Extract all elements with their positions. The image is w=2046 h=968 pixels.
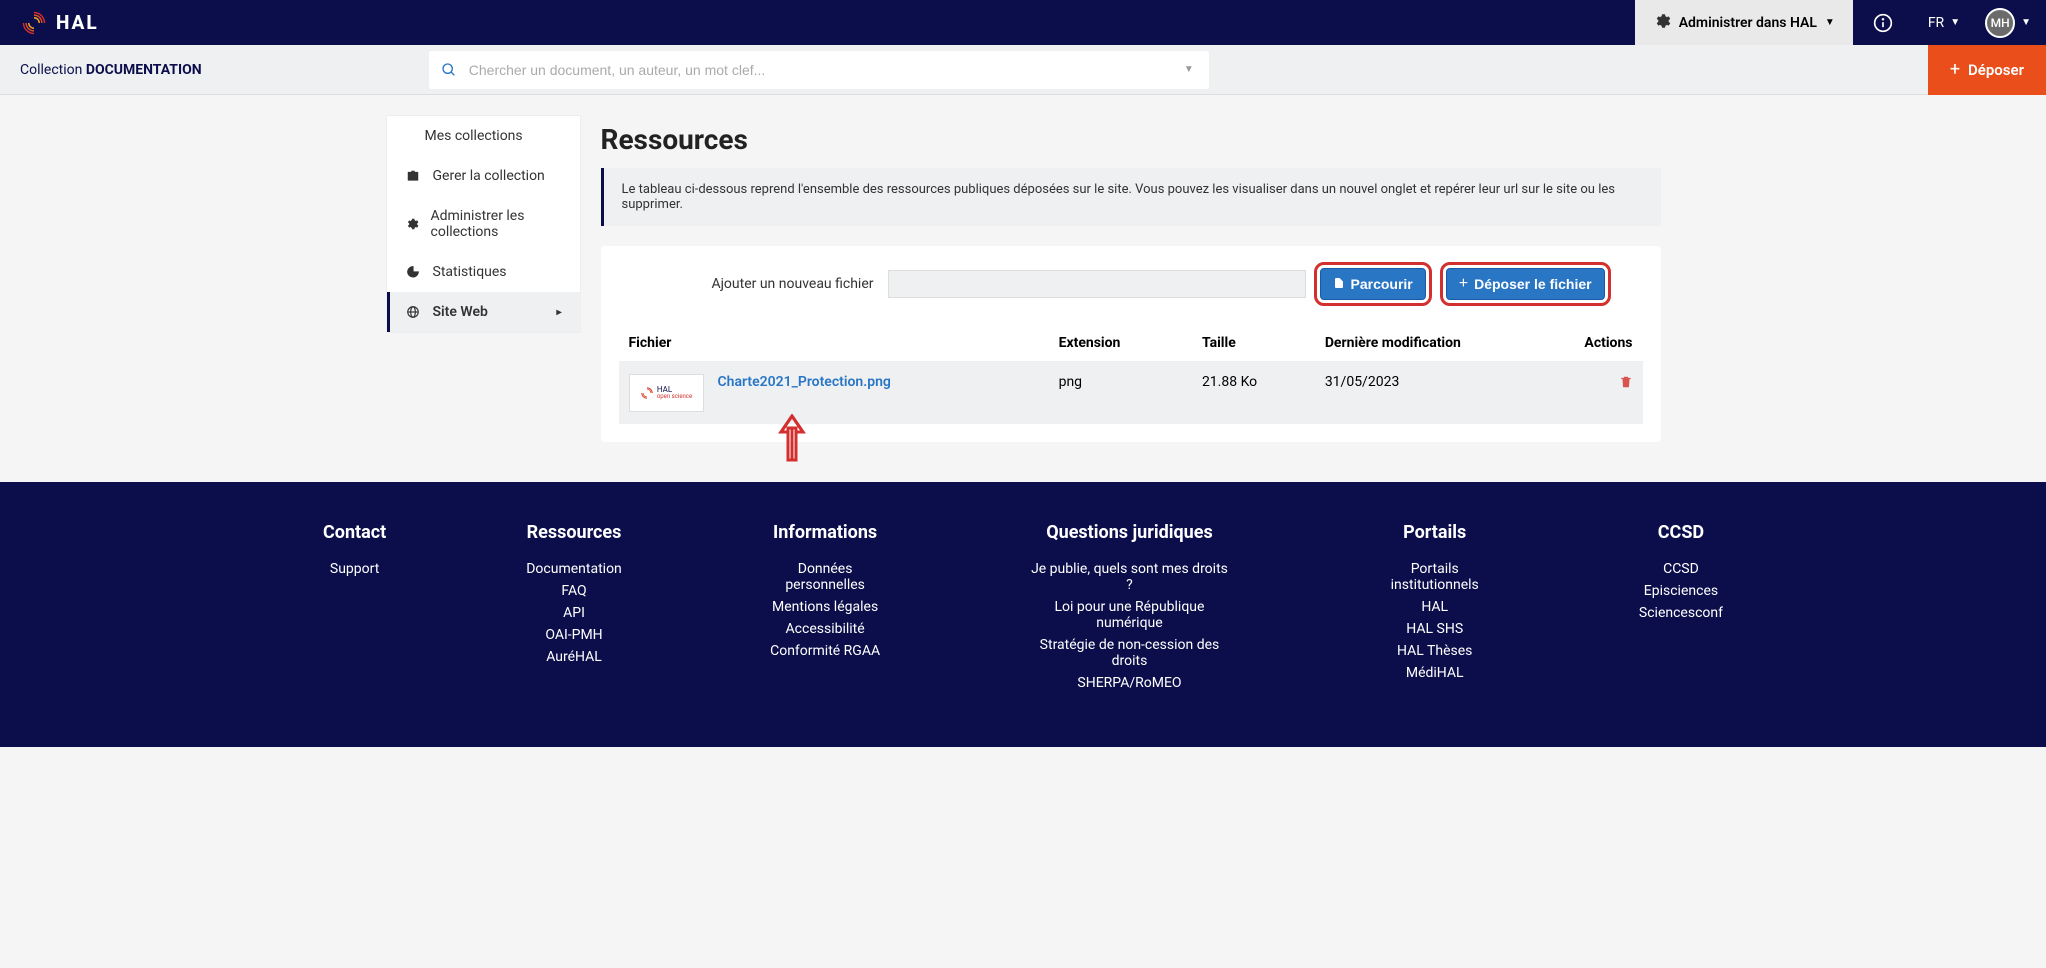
sub-header: Collection DOCUMENTATION ▼ + Déposer [0, 45, 2046, 95]
footer-link[interactable]: Stratégie de non-cession des droits [1028, 637, 1230, 669]
arrow-annotation-icon [777, 414, 807, 462]
footer: Contact Support Ressources Documentation FAQ… [0, 482, 2046, 747]
footer-link[interactable]: Mentions légales [762, 599, 889, 615]
sidebar-header: Mes collections [387, 116, 580, 156]
breadcrumb: Collection DOCUMENTATION [0, 62, 222, 78]
gear-icon [405, 216, 419, 232]
footer-link[interactable]: FAQ [526, 583, 622, 599]
sidebar-item-statistics[interactable]: Statistiques [387, 252, 580, 292]
footer-column-title: Questions juridiques [1028, 522, 1230, 543]
footer-column: Questions juridiques Je publie, quels son… [1028, 522, 1230, 697]
file-thumbnail: HALopen science [629, 374, 704, 412]
logo-text: HAL [56, 11, 99, 34]
sidebar-item-admin-collections[interactable]: Administrer les collections [387, 196, 580, 252]
chevron-down-icon: ▼ [1950, 17, 1960, 28]
chevron-right-icon: ▸ [556, 307, 561, 318]
cell-modified: 31/05/2023 [1315, 362, 1540, 425]
hal-logo-icon [20, 9, 48, 37]
delete-button[interactable] [1619, 375, 1633, 394]
footer-link[interactable]: MédiHAL [1371, 665, 1499, 681]
file-icon [1333, 276, 1345, 293]
footer-column: Contact Support [323, 522, 386, 697]
info-banner: Le tableau ci-dessous reprend l'ensemble… [601, 168, 1661, 226]
column-actions: Actions [1540, 325, 1642, 362]
cell-size: 21.88 Ko [1192, 362, 1315, 425]
language-selector[interactable]: FR ▼ [1913, 15, 1975, 31]
footer-link[interactable]: Episciences [1639, 583, 1723, 599]
footer-column: CCSD CCSD Episciences Sciencesconf [1639, 522, 1723, 697]
search-filter-dropdown[interactable]: ▼ [1169, 64, 1209, 75]
footer-column-title: Informations [762, 522, 889, 543]
user-menu[interactable]: MH ▼ [1975, 8, 2046, 38]
footer-link[interactable]: SHERPA/RoMEO [1028, 675, 1230, 691]
search-box: ▼ [429, 51, 1209, 89]
briefcase-icon [405, 168, 421, 184]
footer-link[interactable]: Sciencesconf [1639, 605, 1723, 621]
footer-link[interactable]: Accessibilité [762, 621, 889, 637]
browse-button[interactable]: Parcourir [1320, 268, 1426, 300]
main-content: Ressources Le tableau ci-dessous reprend… [601, 105, 1661, 442]
search-icon [429, 62, 469, 78]
column-extension: Extension [1049, 325, 1192, 362]
chevron-down-icon: ▼ [1184, 64, 1194, 75]
deposit-button[interactable]: + Déposer [1928, 45, 2046, 95]
resources-panel: Ajouter un nouveau fichier Parcourir + D… [601, 246, 1661, 442]
search-input[interactable] [469, 62, 1169, 78]
sidebar: Mes collections Gerer la collection Admi… [386, 115, 581, 333]
sidebar-item-manage-collection[interactable]: Gerer la collection [387, 156, 580, 196]
footer-column-title: CCSD [1639, 522, 1723, 543]
column-file: Fichier [619, 325, 1049, 362]
admin-menu-label: Administrer dans HAL [1679, 15, 1817, 31]
admin-menu-button[interactable]: Administrer dans HAL ▼ [1635, 0, 1853, 45]
footer-column-title: Portails [1371, 522, 1499, 543]
info-icon [1873, 13, 1893, 33]
upload-file-field[interactable] [888, 270, 1306, 298]
table-row: HALopen science Charte2021_Protection.pn… [619, 362, 1643, 425]
footer-link[interactable]: HAL [1371, 599, 1499, 615]
column-modified: Dernière modification [1315, 325, 1540, 362]
footer-link[interactable]: Je publie, quels sont mes droits ? [1028, 561, 1230, 593]
plus-icon: + [1950, 59, 1960, 80]
footer-link[interactable]: HAL Thèses [1371, 643, 1499, 659]
column-size: Taille [1192, 325, 1315, 362]
avatar: MH [1985, 8, 2015, 38]
top-header: HAL Administrer dans HAL ▼ FR ▼ MH ▼ [0, 0, 2046, 45]
footer-link[interactable]: OAI-PMH [526, 627, 622, 643]
footer-column: Portails Portails institutionnels HAL HAL S… [1371, 522, 1499, 697]
footer-link[interactable]: Conformité RGAA [762, 643, 889, 659]
info-button[interactable] [1853, 13, 1913, 33]
footer-link[interactable]: Portails institutionnels [1371, 561, 1499, 593]
footer-column-title: Ressources [526, 522, 622, 543]
footer-column-title: Contact [323, 522, 386, 543]
chevron-down-icon: ▼ [1825, 17, 1835, 28]
gear-icon [1653, 12, 1671, 34]
upload-label: Ajouter un nouveau fichier [629, 276, 874, 292]
page-title: Ressources [601, 123, 1661, 156]
footer-column: Ressources Documentation FAQ API OAI-PMH Auré… [526, 522, 622, 697]
footer-column: Informations Données personnelles Mentions… [762, 522, 889, 697]
chevron-down-icon: ▼ [2021, 17, 2031, 28]
trash-icon [1619, 374, 1633, 390]
footer-link[interactable]: API [526, 605, 622, 621]
footer-link[interactable]: CCSD [1639, 561, 1723, 577]
footer-link[interactable]: AuréHAL [526, 649, 622, 665]
footer-link[interactable]: HAL SHS [1371, 621, 1499, 637]
footer-link[interactable]: Support [323, 561, 386, 577]
footer-link[interactable]: Données personnelles [762, 561, 889, 593]
upload-row: Ajouter un nouveau fichier Parcourir + D… [619, 268, 1643, 300]
resources-table: Fichier Extension Taille Dernière modifi… [619, 325, 1643, 424]
sidebar-item-website[interactable]: Site Web ▸ [387, 292, 580, 332]
plus-icon: + [1459, 275, 1468, 293]
file-link[interactable]: Charte2021_Protection.png [718, 374, 891, 390]
submit-file-button[interactable]: + Déposer le fichier [1446, 268, 1605, 300]
language-label: FR [1928, 15, 1944, 31]
cell-extension: png [1049, 362, 1192, 425]
footer-link[interactable]: Loi pour une République numérique [1028, 599, 1230, 631]
chart-pie-icon [405, 264, 421, 280]
logo[interactable]: HAL [0, 9, 119, 37]
globe-icon [405, 304, 421, 320]
footer-link[interactable]: Documentation [526, 561, 622, 577]
